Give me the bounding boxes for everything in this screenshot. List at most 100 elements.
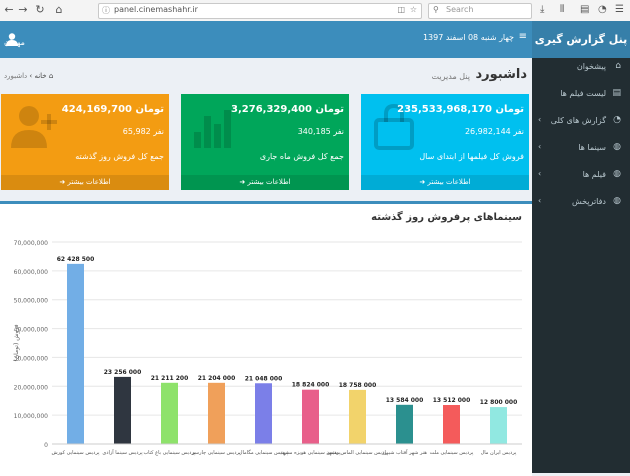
y-tick-label: 70,000,000	[14, 240, 49, 247]
chart-bar	[114, 376, 131, 444]
pocket-icon[interactable]: ◫	[397, 5, 405, 14]
chart-bar	[396, 404, 413, 444]
chevron-left-icon: ‹	[538, 142, 542, 151]
bar-value-label: 23 256 000	[104, 369, 142, 376]
box-amount: 235,533,968,170 تومان	[397, 104, 524, 115]
reload-icon[interactable]: ↻	[33, 3, 47, 17]
box-count: 26,982,144 نفر	[464, 127, 524, 136]
bar-value-label: 13 512 000	[433, 397, 471, 404]
box-label: جمع کل فروش ماه جاری	[259, 152, 344, 161]
x-category-label: پردیس سینمایی الماس مشهد	[327, 450, 389, 456]
film-icon: ◍	[613, 196, 621, 206]
chart-bar	[208, 382, 225, 444]
box-count: 65,982 نفر	[122, 127, 164, 136]
y-axis-label: فروش (تومان)	[13, 324, 20, 361]
chart-bar	[490, 407, 507, 444]
film-icon: ◍	[613, 169, 621, 179]
y-tick-label: 0	[44, 442, 48, 449]
download-icon[interactable]: ⤓	[540, 4, 544, 15]
sidebar-item[interactable]: ▤ لیست فیلم ها	[532, 81, 630, 107]
x-category-label: پردیس سینمایی کورش	[52, 450, 101, 456]
bar-value-label: 18 758 000	[339, 382, 377, 389]
bookmark-star-icon[interactable]: ☆	[410, 5, 417, 14]
chevron-left-icon: ‹	[538, 169, 542, 178]
sidebar-item-label: گزارش های کلی	[550, 116, 606, 125]
search-box[interactable]: ⚲ Search	[428, 3, 532, 19]
content-header: داشبورد پنل مدیریت ⌂ خانه › داشبورد	[0, 58, 532, 88]
url-text: panel.cinemashahr.ir	[114, 5, 198, 14]
sidebar-item[interactable]: ⌂ پیشخوان	[532, 54, 630, 80]
bar-value-label: 18 824 000	[292, 382, 330, 389]
search-placeholder: Search	[446, 5, 474, 14]
info-box-monthly-sales: 3,276,329,400 تومان 340,185 نفر جمع کل ف…	[181, 94, 349, 190]
more-info-link[interactable]: ➜ اطلاعات بیشتر	[361, 175, 529, 190]
more-info-label: اطلاعات بیشتر	[247, 178, 291, 186]
menu-icon[interactable]: ☰	[615, 4, 624, 15]
forward-icon[interactable]: →	[16, 3, 30, 17]
sidebar-item[interactable]: ◍ دفاترپخش ‹	[532, 189, 630, 215]
sidebar-item[interactable]: ◍ فیلم ها ‹	[532, 162, 630, 188]
chart-icon: ◔	[613, 115, 621, 125]
chart-bar	[255, 383, 272, 444]
chevron-left-icon: ‹	[538, 196, 542, 205]
more-info-label: اطلاعات بیشتر	[427, 178, 471, 186]
home-nav-icon[interactable]: ⌂	[52, 3, 66, 17]
sidebar-item-label: پیشخوان	[576, 62, 606, 71]
y-tick-label: 50,000,000	[14, 298, 49, 305]
hamburger-icon[interactable]: ≡	[519, 31, 527, 42]
back-icon[interactable]: ←	[2, 3, 16, 17]
sidebar-item-label: دفاترپخش	[571, 197, 606, 206]
chevron-left-icon: ‹	[538, 115, 542, 124]
sidebar-toggle-icon[interactable]: ▤	[580, 4, 589, 15]
chart-bar	[67, 263, 84, 444]
info-box-daily-sales: 424,169,700 تومان 65,982 نفر جمع کل فروش…	[1, 94, 169, 190]
search-icon: ⚲	[433, 5, 439, 14]
y-tick-label: 60,000,000	[14, 269, 49, 276]
user-name[interactable]: مهمان	[4, 38, 25, 47]
home-icon: ⌂	[615, 61, 621, 71]
breadcrumb-current: داشبورد	[4, 72, 28, 80]
breadcrumb: ⌂ خانه › داشبورد	[4, 72, 53, 80]
box-count: 340,185 نفر	[297, 127, 344, 136]
sidebar-item-label: لیست فیلم ها	[560, 89, 606, 98]
extensions-icon[interactable]: ◔	[598, 4, 607, 15]
x-category-label: هنر شهر آفتاب شیراز	[381, 449, 427, 456]
browser-toolbar: ← → ↻ ⌂ ⓘ panel.cinemashahr.ir ◫ ☆ ⚲ Sea…	[0, 0, 630, 22]
info-icon[interactable]: ⓘ	[102, 5, 110, 16]
breadcrumb-home-icon: ⌂	[48, 72, 54, 80]
sidebar-item[interactable]: ◍ سینما ها ‹	[532, 135, 630, 161]
bar-value-label: 13 584 000	[386, 397, 424, 404]
chart-bar	[302, 389, 319, 444]
bar-value-label: 21 211 200	[151, 375, 189, 382]
x-category-label: پردیس سینمایی چارسو	[191, 450, 241, 456]
x-category-label: پردیس سینمایی ملت	[430, 450, 474, 456]
library-icon[interactable]: ⫴	[560, 4, 564, 15]
breadcrumb-home[interactable]: خانه	[34, 72, 46, 80]
x-category-label: پردیس سینمایی باغ کتاب	[143, 450, 196, 456]
bar-value-label: 62 428 500	[57, 256, 95, 263]
page-title: داشبورد	[475, 67, 527, 82]
address-bar[interactable]: ⓘ panel.cinemashahr.ir ◫ ☆	[98, 3, 422, 19]
sidebar-item[interactable]: ◔ گزارش های کلی ‹	[532, 108, 630, 134]
box-amount: 3,276,329,400 تومان	[231, 104, 344, 115]
chart-panel: سینماهای پرفروش روز گذشته 0 10,000,000 20,…	[0, 201, 532, 476]
list-icon: ▤	[612, 88, 621, 98]
box-label: فروش کل فیلمها از ابتدای سال	[419, 152, 524, 161]
box-label: جمع کل فروش روز گذشته	[75, 152, 164, 161]
box-amount: 424,169,700 تومان	[61, 104, 164, 115]
sidebar-item-label: سینما ها	[578, 143, 606, 152]
info-box-yearly-sales: 235,533,968,170 تومان 26,982,144 نفر فرو…	[361, 94, 529, 190]
current-date: چهار شنبه 08 اسفند 1397	[422, 33, 514, 42]
page-subtitle: پنل مدیریت	[431, 72, 470, 81]
breadcrumb-separator: ›	[29, 72, 33, 80]
sidebar-title[interactable]: پنل گزارش گیری	[532, 21, 630, 58]
bar-value-label: 12 800 000	[480, 399, 518, 406]
chart-bar	[161, 382, 178, 444]
more-info-link[interactable]: ➜ اطلاعات بیشتر	[181, 175, 349, 190]
more-info-link[interactable]: ➜ اطلاعات بیشتر	[1, 175, 169, 190]
top-navbar: مهمان چهار شنبه 08 اسفند 1397 ≡	[0, 21, 532, 58]
y-tick-label: 20,000,000	[14, 384, 49, 391]
more-info-label: اطلاعات بیشتر	[67, 178, 111, 186]
chart-bar	[443, 405, 460, 444]
x-category-label: پردیس سینما آزادی	[102, 449, 143, 456]
